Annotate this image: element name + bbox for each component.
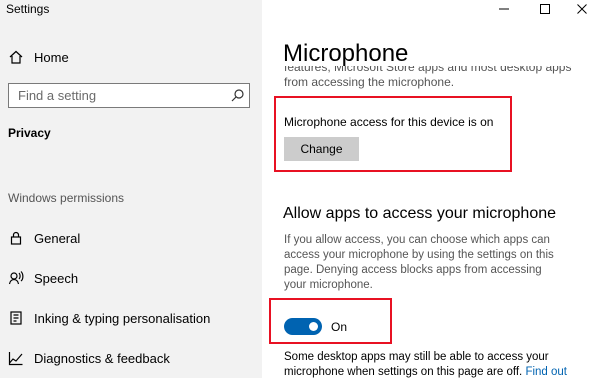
sidebar-item-home[interactable]: Home [8, 47, 69, 67]
main-content: Microphone features, Microsoft Store app… [262, 0, 600, 378]
diagnostics-icon [8, 350, 24, 366]
maximize-button[interactable] [525, 0, 565, 18]
minimize-icon [499, 8, 509, 10]
close-icon [577, 4, 587, 14]
page-description-line-2: from accessing the microphone. [284, 75, 455, 89]
app-title: Settings [6, 2, 50, 16]
section-title: Allow apps to access your microphone [283, 205, 557, 222]
search-input[interactable] [18, 88, 218, 103]
minimize-button[interactable] [484, 0, 524, 18]
group-heading: Windows permissions [8, 191, 125, 205]
page-title: Microphone [283, 40, 409, 67]
sidebar-item-general[interactable]: General [8, 228, 80, 248]
sidebar-item-diagnostics[interactable]: Diagnostics & feedback [8, 348, 170, 368]
page-description: features, Microsoft Store apps and most … [284, 66, 584, 96]
section-description: If you allow access, you can choose whic… [284, 234, 554, 291]
sidebar-item-label: General [34, 230, 81, 246]
highlight-box-toggle [269, 298, 392, 344]
inking-icon [8, 310, 24, 326]
find-out-link[interactable]: Find out [525, 366, 567, 378]
lock-icon [8, 230, 24, 246]
highlight-box-device-access [274, 96, 512, 172]
desktop-apps-note: Some desktop apps may still be able to a… [284, 350, 594, 378]
maximize-icon [540, 4, 550, 14]
close-button[interactable] [562, 0, 600, 18]
sidebar-item-home-label: Home [34, 49, 69, 65]
sidebar-item-label: Speech [34, 270, 79, 286]
sidebar-item-speech[interactable]: Speech [8, 268, 78, 288]
page-description-line-1: features, Microsoft Store apps and most … [284, 66, 572, 74]
sidebar-item-inking[interactable]: Inking & typing personalisation [8, 308, 210, 328]
home-icon [8, 49, 24, 65]
search-box[interactable] [8, 83, 250, 108]
sidebar-item-label: Inking & typing personalisation [34, 310, 211, 326]
current-section: Privacy [8, 126, 51, 140]
sidebar: Settings Home Privacy Windows permission… [0, 0, 262, 378]
search-icon[interactable] [230, 88, 245, 103]
desktop-apps-note-text: Some desktop apps may still be able to a… [284, 351, 549, 378]
speech-icon [8, 270, 24, 286]
sidebar-item-label: Diagnostics & feedback [34, 350, 170, 366]
